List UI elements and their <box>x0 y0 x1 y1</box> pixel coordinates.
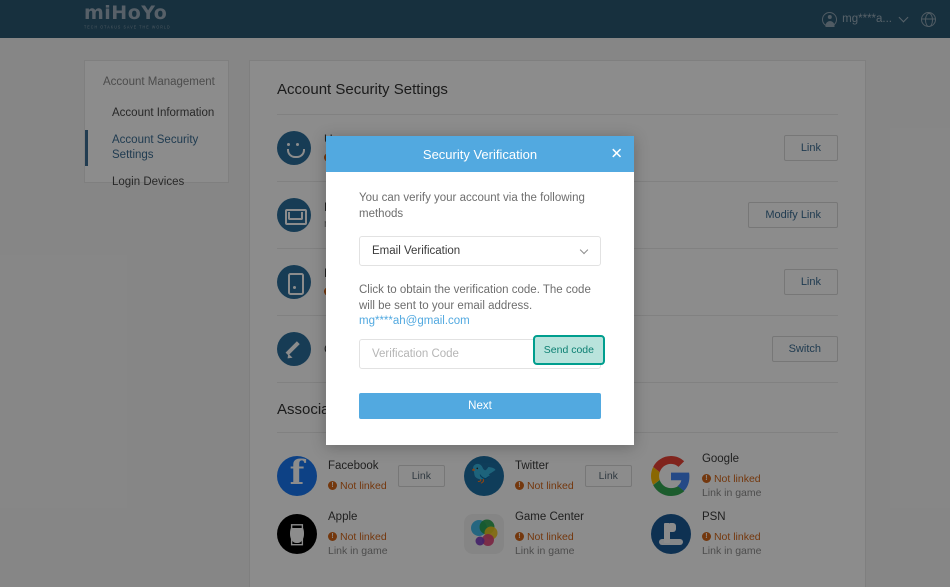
verification-method-select[interactable]: Email Verification <box>359 236 601 266</box>
verification-code-row: Send code <box>359 335 605 369</box>
next-button[interactable]: Next <box>359 393 601 419</box>
send-code-button[interactable]: Send code <box>532 335 605 365</box>
modal-body: You can verify your account via the foll… <box>326 172 634 445</box>
app-root: miHoYo TECH OTAKUS SAVE THE WORLD mg****… <box>0 0 950 587</box>
modal-description: You can verify your account via the foll… <box>359 192 585 220</box>
verification-email: mg****ah@gmail.com <box>359 315 470 327</box>
security-verification-modal: Security Verification ✕ You can verify y… <box>326 136 634 445</box>
close-icon[interactable]: ✕ <box>610 147 623 162</box>
modal-header: Security Verification ✕ <box>326 136 634 172</box>
chevron-down-icon <box>579 245 589 255</box>
verification-method-value: Email Verification <box>372 245 461 257</box>
modal-title: Security Verification <box>422 146 538 162</box>
modal-note: Click to obtain the verification code. T… <box>359 284 591 312</box>
